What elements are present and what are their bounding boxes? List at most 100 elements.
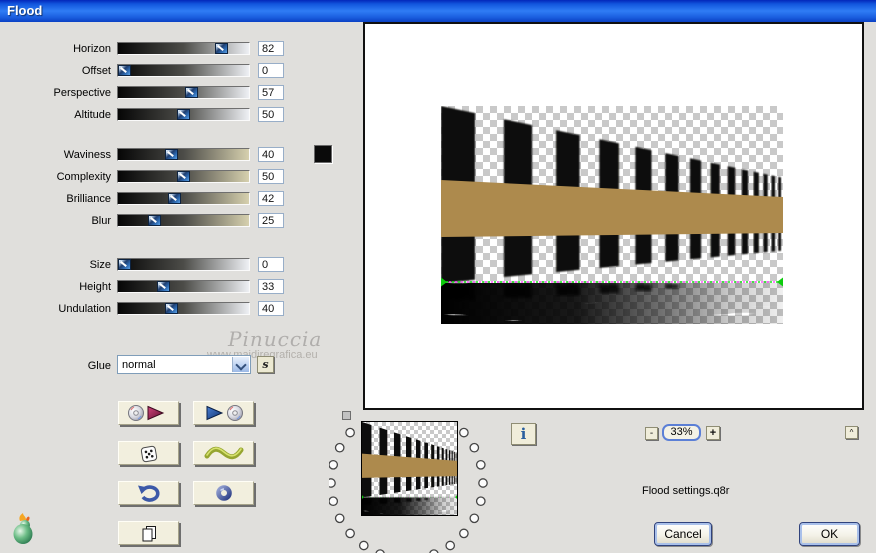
size-slider-thumb[interactable] — [118, 259, 131, 270]
altitude-slider-track[interactable] — [117, 108, 250, 121]
dial-bead[interactable] — [329, 459, 339, 470]
height-slider-thumb[interactable] — [157, 281, 170, 292]
dial-bead[interactable] — [459, 427, 469, 438]
flaming-pear-logo[interactable] — [11, 513, 39, 548]
altitude-label: Altitude — [74, 109, 111, 121]
horizon-slider-track[interactable] — [117, 42, 250, 55]
perspective-slider-thumb[interactable] — [185, 87, 198, 98]
dial-bead[interactable] — [334, 513, 345, 524]
flaming-pear-icon — [13, 513, 33, 544]
slider-row-brilliance: Brilliance 42 — [0, 191, 300, 207]
preview-panel — [363, 22, 864, 410]
complexity-slider-track[interactable] — [117, 170, 250, 183]
altitude-value-box[interactable]: 50 — [258, 107, 284, 122]
horizon-value-box[interactable]: 82 — [258, 41, 284, 56]
blur-label: Blur — [91, 215, 111, 227]
window-title: Flood — [7, 3, 43, 18]
complexity-value-box[interactable]: 50 — [258, 169, 284, 184]
zoom-level: 33% — [662, 424, 701, 441]
dial-bead[interactable] — [329, 478, 336, 488]
slider-row-waviness: Waviness 40 — [0, 147, 300, 163]
info-button[interactable]: i — [511, 423, 536, 445]
dial-handle[interactable] — [342, 411, 351, 420]
preview-thumbnail[interactable] — [361, 421, 458, 516]
dial-bead[interactable] — [329, 496, 339, 507]
glue-label: Glue — [87, 360, 111, 372]
waviness-slider-thumb[interactable] — [165, 149, 178, 160]
dial-bead[interactable] — [445, 540, 456, 551]
cancel-button[interactable]: Cancel — [654, 522, 712, 546]
undo-button[interactable] — [118, 481, 179, 505]
undulation-slider-track[interactable] — [117, 302, 250, 315]
undulation-value-box[interactable]: 40 — [258, 301, 284, 316]
chevron-down-icon[interactable] — [232, 357, 249, 372]
dice-icon — [140, 445, 157, 462]
titlebar[interactable]: Flood — [0, 0, 876, 22]
offset-slider-thumb[interactable] — [118, 65, 131, 76]
slider-row-undulation: Undulation 40 — [0, 301, 300, 317]
dial-bead[interactable] — [334, 442, 345, 453]
dial-bead[interactable] — [475, 459, 486, 470]
blur-slider-track[interactable] — [117, 214, 250, 227]
undulation-slider-thumb[interactable] — [165, 303, 178, 314]
glue-s-button[interactable]: s — [257, 356, 274, 373]
blur-value-box[interactable]: 25 — [258, 213, 284, 228]
ring-button[interactable] — [193, 481, 254, 505]
load-preset-button[interactable] — [118, 401, 179, 425]
brilliance-slider-thumb[interactable] — [168, 193, 181, 204]
wave-style-button[interactable] — [193, 441, 254, 465]
thumbnail-scene — [362, 422, 457, 515]
dial-bead[interactable] — [478, 478, 488, 488]
dial-bead[interactable] — [469, 442, 480, 453]
offset-slider-track[interactable] — [117, 64, 250, 77]
squiggle-icon — [204, 446, 243, 459]
torus-icon — [215, 485, 232, 501]
dial-bead[interactable] — [475, 496, 486, 507]
ok-button[interactable]: OK — [799, 522, 860, 546]
slider-row-height: Height 33 — [0, 279, 300, 295]
save-preset-button[interactable] — [193, 401, 254, 425]
water-color-swatch[interactable] — [314, 145, 332, 163]
glue-dropdown[interactable]: normal — [117, 355, 251, 374]
altitude-slider-thumb[interactable] — [177, 109, 190, 120]
size-value-box[interactable]: 0 — [258, 257, 284, 272]
brilliance-label: Brilliance — [66, 193, 111, 205]
undo-arrow-icon — [137, 484, 160, 502]
dial-bead[interactable] — [469, 513, 480, 524]
blur-slider-thumb[interactable] — [148, 215, 161, 226]
waviness-value-box[interactable]: 40 — [258, 147, 284, 162]
slider-row-altitude: Altitude 50 — [0, 107, 300, 123]
complexity-slider-thumb[interactable] — [177, 171, 190, 182]
perspective-slider-track[interactable] — [117, 86, 250, 99]
preview-image[interactable] — [441, 106, 783, 324]
disc-play-icon — [127, 405, 164, 421]
slider-row-perspective: Perspective 57 — [0, 85, 300, 101]
zoom-out-button[interactable]: - — [645, 427, 658, 440]
slider-row-size: Size 0 — [0, 257, 300, 273]
dial-bead[interactable] — [459, 528, 469, 539]
size-slider-track[interactable] — [117, 258, 250, 271]
dial-bead[interactable] — [345, 528, 355, 539]
slider-row-blur: Blur 25 — [0, 213, 300, 229]
collapse-button[interactable]: ^ — [845, 426, 858, 439]
zoom-in-button[interactable]: + — [706, 426, 720, 440]
glue-selected-value: normal — [122, 359, 156, 371]
height-slider-track[interactable] — [117, 280, 250, 293]
flood-scene — [441, 106, 783, 324]
horizon-slider-thumb[interactable] — [215, 43, 228, 54]
brilliance-slider-track[interactable] — [117, 192, 250, 205]
duplicate-button[interactable] — [118, 521, 179, 545]
dial-bead[interactable] — [358, 540, 369, 551]
randomize-button[interactable] — [118, 441, 179, 465]
dial-bead[interactable] — [345, 427, 355, 438]
flood-dialog: Flood Horizon 82 Offset 0 Perspective 57 Altit… — [0, 0, 876, 553]
brilliance-value-box[interactable]: 42 — [258, 191, 284, 206]
waviness-slider-track[interactable] — [117, 148, 250, 161]
height-value-box[interactable]: 33 — [258, 279, 284, 294]
size-label: Size — [89, 259, 111, 271]
horizon-label: Horizon — [73, 43, 111, 55]
perspective-value-box[interactable]: 57 — [258, 85, 284, 100]
pages-icon — [142, 525, 156, 541]
undulation-label: Undulation — [58, 303, 111, 315]
offset-value-box[interactable]: 0 — [258, 63, 284, 78]
